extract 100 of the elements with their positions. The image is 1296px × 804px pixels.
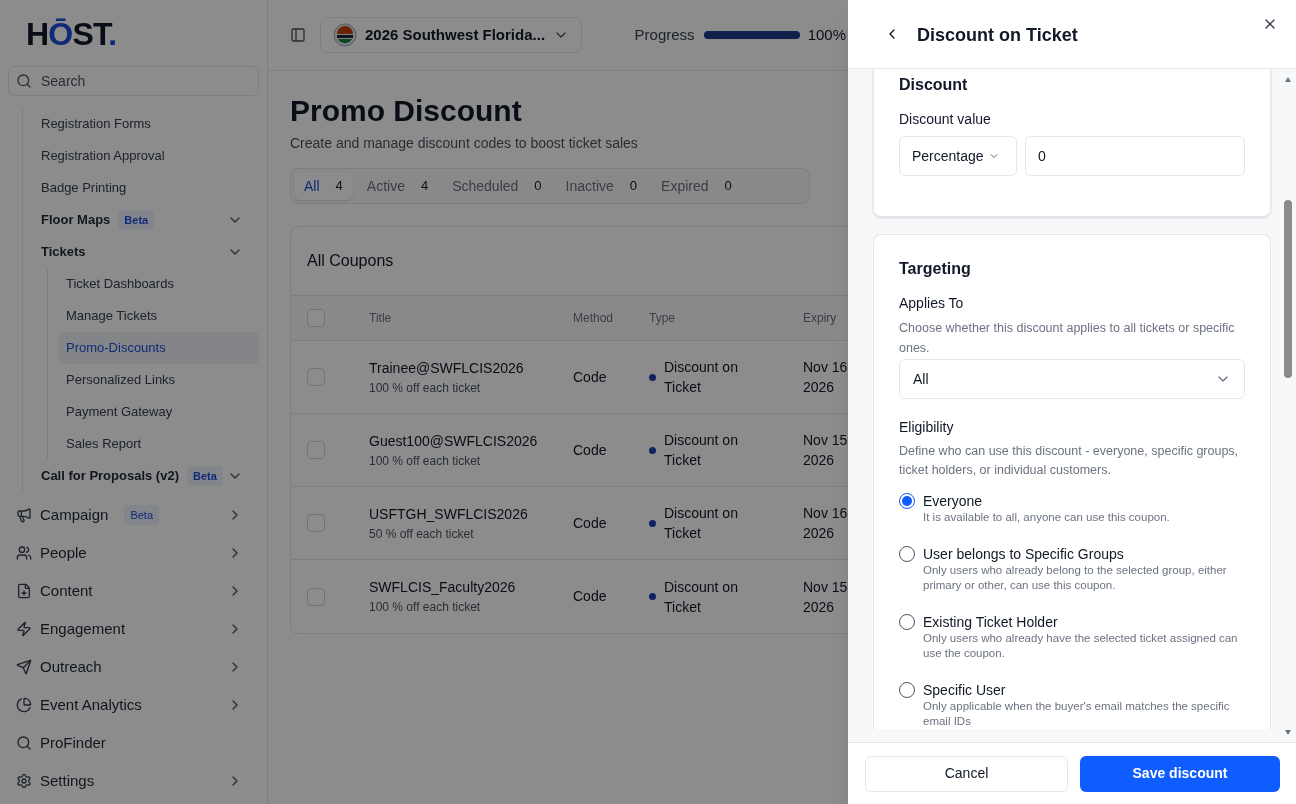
nav-item[interactable]: Settings [8, 762, 259, 800]
page-title: Promo Discount [290, 93, 523, 129]
card-title: All Coupons [307, 251, 394, 271]
sidebar-subitem[interactable]: Promo-Discounts [58, 332, 259, 364]
search-field[interactable]: Search [8, 66, 259, 96]
nav-item[interactable]: Outreach [8, 648, 259, 686]
pie-chart-icon [16, 697, 32, 713]
sidebar-item[interactable]: Call for Proposals (v2) Beta [23, 460, 259, 492]
beta-badge: Beta [187, 465, 223, 487]
sidebar-subitem[interactable]: Personalized Links [58, 364, 259, 396]
sidebar-item[interactable]: Floor Maps Beta [23, 204, 259, 236]
discount-type-select[interactable]: Percentage [899, 136, 1017, 176]
field-description: Define who can use this discount - everyone, specific groups, ticket holders, or individual customers. [899, 443, 1240, 479]
nav-item[interactable]: Engagement [8, 610, 259, 648]
table-cell-text: Nov 16 2026 [803, 358, 848, 397]
coupon-title: SWFLCIS_Faculty2026 [369, 578, 517, 597]
sidebar-item-label: Registration Forms [41, 115, 151, 134]
nav-item-label: Campaign [40, 504, 109, 525]
lightning-icon [16, 621, 32, 637]
option-label: Everyone [923, 492, 984, 510]
nav-item[interactable]: People [8, 534, 259, 572]
send-icon [16, 659, 32, 675]
beta-badge: Beta [118, 209, 155, 231]
logo: HŌST. [26, 18, 117, 50]
status-tab[interactable]: Expired 0 [651, 172, 742, 200]
option-label: User belongs to Specific Groups [923, 545, 1125, 563]
row-checkbox[interactable] [307, 368, 325, 386]
nav-item[interactable]: Campaign Beta [8, 496, 259, 534]
field-description: Choose whether this discount applies to all tickets or specific ones. [899, 320, 1236, 357]
sidebar-subitem[interactable]: Ticket Dashboards [58, 268, 259, 300]
radio-button[interactable] [899, 546, 915, 562]
table-cell-text: Discount on Ticket [664, 577, 739, 617]
row-checkbox[interactable] [307, 514, 325, 532]
nav-item-label: Engagement [40, 618, 126, 639]
nav-item[interactable]: ProFinder [8, 724, 259, 762]
field-label: Applies To [899, 294, 965, 313]
sidebar-subitem[interactable]: Manage Tickets [58, 300, 259, 332]
search-icon [16, 73, 32, 89]
table-cell-text: Nov 16 2026 [803, 504, 848, 543]
option-description: Only users who already have the selected ticket assigned can use the coupon. [923, 631, 1239, 661]
progress-reading: 100% [807, 24, 846, 45]
cancel-button[interactable]: Cancel [865, 755, 1068, 792]
table-cell-text: Code [573, 367, 608, 387]
row-checkbox[interactable] [307, 441, 325, 459]
radio-button[interactable] [899, 493, 915, 509]
table-cell-text: Discount on Ticket [664, 504, 739, 543]
progress-label: Progress [634, 24, 695, 45]
table-cell-text: Code [573, 440, 608, 460]
section-heading: Discount [899, 75, 969, 95]
table-cell-text: Code [573, 513, 608, 533]
status-tab[interactable]: Scheduled 0 [442, 172, 552, 200]
coupon-subtitle: 100 % off each ticket [369, 379, 482, 397]
field-label: Eligibility [899, 418, 955, 437]
sidebar-subitem[interactable]: Sales Report [58, 428, 259, 460]
sidebar-subitem[interactable]: Payment Gateway [58, 396, 259, 428]
coupon-subtitle: 50 % off each ticket [369, 525, 475, 543]
select-all-checkbox[interactable] [307, 309, 325, 327]
nav-item[interactable]: Content [8, 572, 259, 610]
table-cell-text: Discount on Ticket [664, 358, 739, 397]
nav-item-label: ProFinder [40, 732, 106, 753]
sidebar-item[interactable]: Registration Approval [23, 140, 259, 172]
settings-icon [16, 773, 32, 789]
option-label: Existing Ticket Holder [923, 613, 1059, 631]
nav-item-label: Settings [40, 770, 95, 791]
field-label: Discount value [899, 110, 992, 129]
row-checkbox[interactable] [307, 587, 325, 606]
column-header: Expiry [803, 310, 837, 327]
nav-item-label: Content [40, 580, 93, 601]
sidebar-item[interactable]: Badge Printing [23, 172, 259, 204]
status-tab[interactable]: All 4 [294, 172, 353, 200]
sidebar-item-label: Call for Proposals (v2) [41, 467, 179, 486]
sidebar-item-label: Tickets [41, 243, 86, 262]
coupon-title: Guest100@SWFLCIS2026 [369, 431, 539, 451]
megaphone-icon [16, 507, 32, 523]
option-description: Only users who already belong to the selected group, either primary or other, can use this coupon. [923, 563, 1228, 593]
sidebar-item[interactable]: Tickets [23, 236, 259, 268]
table-cell-text: Nov 15 2026 [803, 431, 848, 470]
nav-item-label: People [40, 542, 87, 563]
status-tab[interactable]: Inactive 0 [555, 172, 648, 200]
radio-button[interactable] [899, 682, 915, 698]
column-header: Title [369, 310, 393, 327]
sidebar-item[interactable]: Registration Forms [23, 108, 259, 140]
save-discount-button[interactable]: Save discount [1080, 755, 1280, 792]
people-icon [16, 545, 32, 561]
column-header: Type [649, 310, 676, 327]
nav-item[interactable]: Event Analytics [8, 686, 259, 724]
applies-to-select[interactable]: All [899, 359, 1245, 399]
sidebar-toggle-icon[interactable] [290, 27, 306, 43]
page-subtitle: Create and manage discount codes to boost ticket sales [290, 134, 639, 153]
coupon-subtitle: 100 % off each ticket [369, 599, 482, 616]
sidebar-item-label: Badge Printing [41, 179, 127, 198]
discount-value-field[interactable]: 0 [1025, 136, 1245, 176]
event-selector[interactable]: 2026 Southwest Florida... [320, 17, 583, 53]
drawer-title: Discount on Ticket [917, 24, 1078, 47]
radio-button[interactable] [899, 614, 915, 630]
coupon-subtitle: 100 % off each ticket [369, 452, 482, 470]
coupon-title: Trainee@SWFLCIS2026 [369, 358, 525, 378]
file-plus-icon [16, 583, 32, 599]
section-heading: Targeting [899, 259, 972, 279]
status-tab[interactable]: Active 4 [356, 172, 439, 200]
